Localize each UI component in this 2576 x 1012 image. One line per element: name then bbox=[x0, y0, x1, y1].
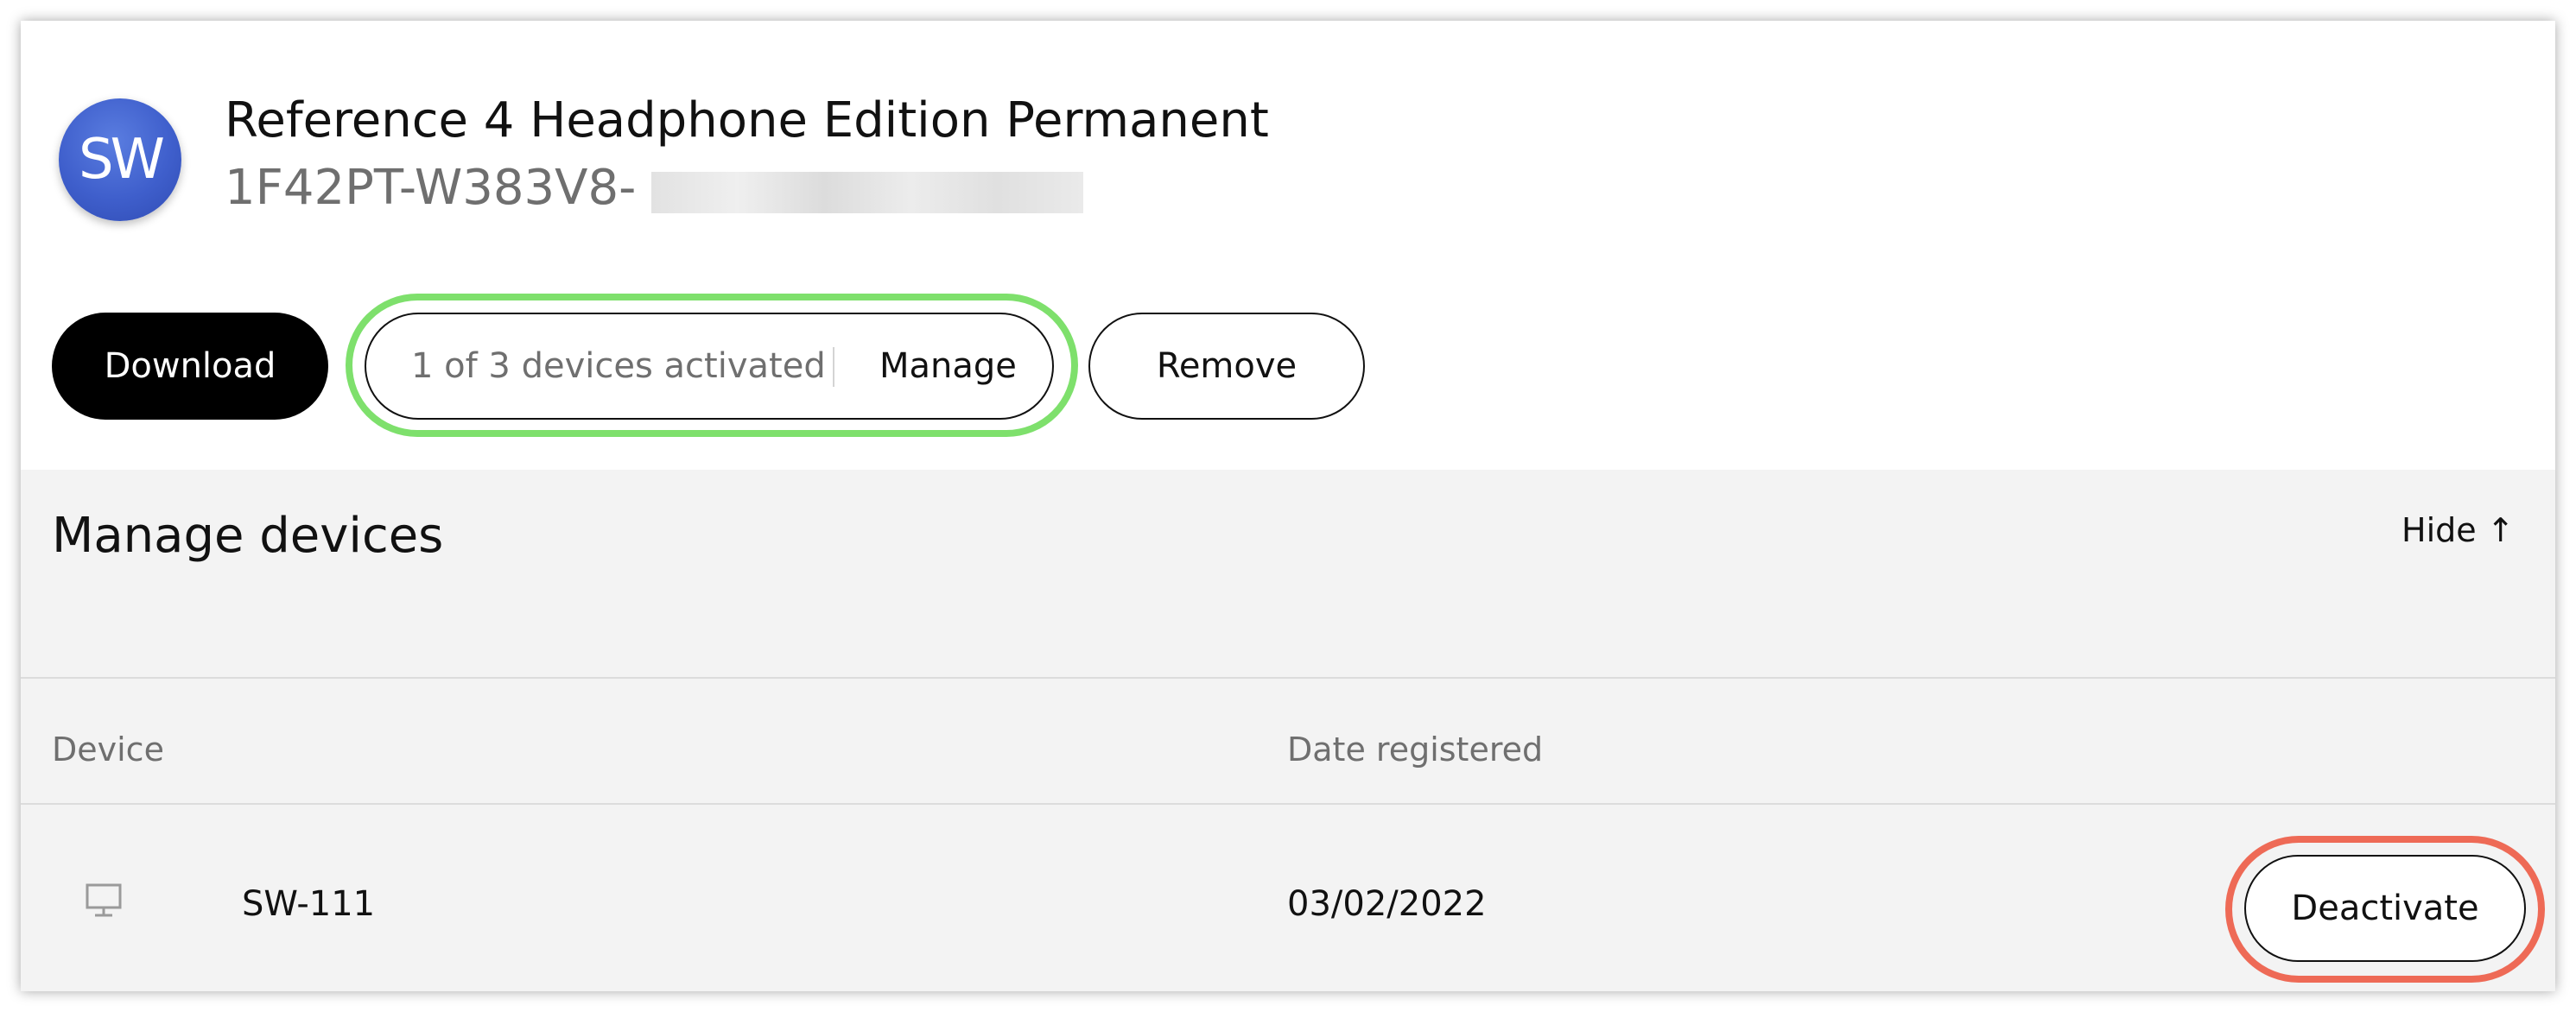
manage-devices-panel: Manage devices Hide ↑ Device Date regist… bbox=[21, 470, 2555, 991]
table-header-divider bbox=[21, 803, 2555, 805]
device-activation-pill: 1 of 3 devices activated Manage bbox=[365, 313, 1054, 420]
column-header-date-registered: Date registered bbox=[1287, 731, 1544, 768]
product-header: SW Reference 4 Headphone Edition Permane… bbox=[21, 21, 2555, 470]
panel-title: Manage devices bbox=[52, 508, 444, 564]
download-button[interactable]: Download bbox=[52, 313, 328, 420]
column-header-device: Device bbox=[52, 731, 164, 768]
hide-panel-link[interactable]: Hide ↑ bbox=[2402, 511, 2515, 549]
product-title: Reference 4 Headphone Edition Permanent bbox=[225, 92, 1269, 149]
pill-divider bbox=[833, 347, 834, 387]
date-registered: 03/02/2022 bbox=[1287, 884, 1487, 924]
table-top-divider bbox=[21, 677, 2555, 679]
license-serial: 1F42PT-W383V8- bbox=[225, 160, 637, 216]
remove-button[interactable]: Remove bbox=[1088, 313, 1365, 420]
manage-button[interactable]: Manage bbox=[879, 346, 1017, 386]
redacted-serial-blur bbox=[651, 172, 1083, 213]
deactivate-button[interactable]: Deactivate bbox=[2244, 855, 2526, 962]
logo-text: SW bbox=[79, 128, 165, 192]
activation-count: 1 of 3 devices activated bbox=[411, 346, 826, 386]
desktop-icon bbox=[86, 883, 122, 917]
license-card: SW Reference 4 Headphone Edition Permane… bbox=[21, 21, 2555, 991]
product-logo: SW bbox=[59, 98, 181, 221]
device-name: SW-111 bbox=[242, 884, 376, 924]
